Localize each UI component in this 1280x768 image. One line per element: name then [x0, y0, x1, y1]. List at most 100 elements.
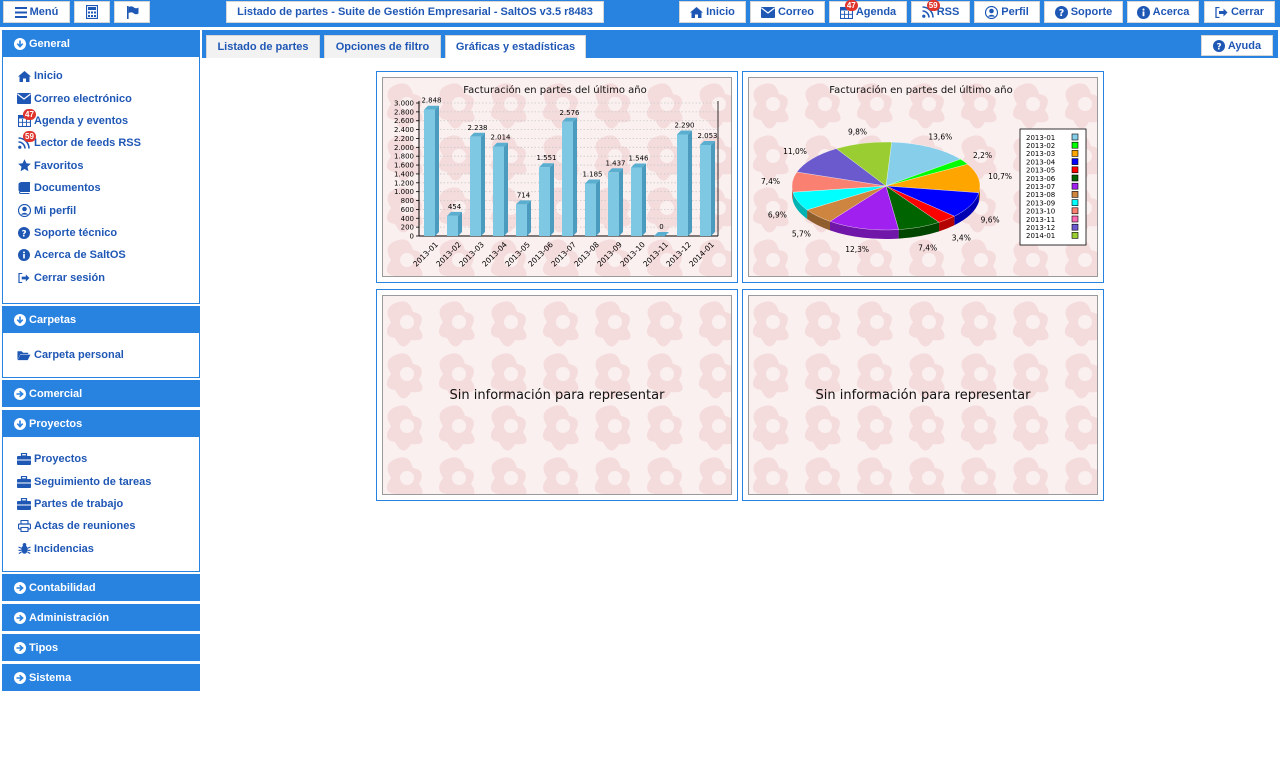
y-tick-label: 2.600: [394, 117, 414, 125]
bar-value-label: 2.014: [490, 134, 511, 142]
help-button[interactable]: ? Ayuda: [1201, 35, 1273, 56]
nav-inicio-button[interactable]: Inicio: [679, 1, 746, 23]
y-tick-label: 200: [401, 224, 414, 232]
legend-swatch: [1071, 174, 1079, 182]
y-tick-label: 2.200: [394, 135, 414, 143]
bar-value-label: 1.437: [605, 159, 625, 167]
bar-value-label: 714: [517, 191, 531, 199]
pie-chart-frame: Facturación en partes del último año 13,…: [748, 77, 1098, 277]
flag-button[interactable]: [114, 1, 150, 23]
legend-swatch: [1071, 223, 1079, 231]
sidebar-section-administracion[interactable]: Administración: [2, 604, 200, 631]
nav-soporte-button[interactable]: ? Soporte: [1044, 1, 1123, 23]
sidebar-section-general[interactable]: General: [2, 30, 200, 57]
sidebar-item-rss[interactable]: 59 Lector de feeds RSS: [17, 131, 199, 154]
nav-correo-button[interactable]: Correo: [750, 1, 825, 23]
folder-open-icon: [17, 350, 31, 360]
sidebar-item-soporte[interactable]: ? Soporte técnico: [17, 222, 199, 244]
tab-listado-partes[interactable]: Listado de partes: [206, 35, 320, 58]
sidebar-item-cerrar-sesion[interactable]: Cerrar sesión: [17, 267, 199, 289]
no-data-message: Sin información para representar: [449, 387, 665, 403]
menu-button[interactable]: Menú: [3, 1, 70, 23]
pie-value-label: 3,4%: [952, 234, 971, 243]
y-tick-label: 0: [410, 233, 414, 241]
arrow-circle-down-icon: [14, 417, 26, 430]
sidebar-item-acerca[interactable]: Acerca de SaltOS: [17, 244, 199, 266]
question-circle-icon: ?: [18, 226, 30, 239]
sidebar-item-favoritos[interactable]: Favoritos: [17, 155, 199, 177]
empty-chart-panel: Sin información para representar: [742, 289, 1104, 501]
bar-value-label: 1.185: [582, 170, 602, 178]
rss-count-badge: 59: [23, 131, 36, 143]
nav-cerrar-button[interactable]: Cerrar: [1204, 1, 1275, 23]
user-circle-icon: [17, 204, 31, 218]
legend-label: 2013-12: [1026, 224, 1055, 232]
sidebar-item-documentos[interactable]: Documentos: [17, 177, 199, 199]
bar-value-label: 2.238: [467, 124, 487, 132]
arrow-circle-right-icon: [14, 387, 26, 400]
pie-value-label: 9,8%: [848, 128, 867, 137]
legend-label: 2013-03: [1026, 150, 1055, 158]
sidebar-section-proyectos[interactable]: Proyectos: [2, 410, 200, 437]
legend-label: 2013-07: [1026, 183, 1055, 191]
bars-icon: [14, 6, 27, 18]
legend-swatch: [1071, 166, 1079, 174]
sidebar-section-sistema[interactable]: Sistema: [2, 664, 200, 691]
arrow-circle-down-icon: [14, 313, 26, 326]
bar: [631, 163, 646, 236]
legend-swatch: [1071, 232, 1079, 239]
sign-out-icon: [18, 272, 30, 283]
sidebar-section-contabilidad[interactable]: Contabilidad: [2, 574, 200, 601]
agenda-count-badge: 47: [23, 108, 36, 120]
calculator-button[interactable]: [74, 1, 110, 23]
legend-swatch: [1071, 133, 1079, 141]
info-circle-icon: [1136, 5, 1150, 19]
sidebar-item-partes-trabajo[interactable]: Partes de trabajo: [17, 493, 199, 515]
legend-label: 2013-01: [1026, 134, 1055, 142]
bar-value-label: 454: [448, 203, 462, 211]
sidebar-section-comercial[interactable]: Comercial: [2, 380, 200, 407]
nav-acerca-button[interactable]: Acerca: [1127, 1, 1199, 23]
nav-rss-button[interactable]: 59 RSS: [911, 0, 970, 23]
top-bar: Menú Listado de partes - Suite de Gestió…: [0, 0, 1280, 27]
pie-chart-title: Facturación en partes del último año: [829, 84, 1012, 96]
sidebar-section-carpetas[interactable]: Carpetas: [2, 306, 200, 333]
question-circle-icon: ?: [1054, 5, 1068, 19]
arrow-circle-right-icon: [14, 611, 26, 624]
empty-chart-frame: Sin información para representar: [748, 295, 1098, 495]
sidebar-item-correo[interactable]: Correo electrónico: [17, 87, 199, 109]
bar: [539, 163, 554, 236]
flag-icon: [126, 5, 138, 19]
envelope-icon: [760, 6, 775, 18]
sidebar-item-inicio[interactable]: Inicio: [17, 65, 199, 87]
envelope-icon: [17, 93, 31, 105]
sidebar-item-carpeta-personal[interactable]: Carpeta personal: [17, 344, 199, 366]
sidebar-item-incidencias[interactable]: Incidencias: [17, 538, 199, 560]
tab-graficas-estadisticas[interactable]: Gráficas y estadísticas: [445, 35, 586, 58]
bar-value-label: 2.848: [421, 97, 441, 105]
star-icon: [17, 159, 31, 172]
bar: [608, 168, 623, 236]
bar: [677, 130, 692, 236]
bar: [562, 117, 577, 236]
sidebar-item-actas-reuniones[interactable]: Actas de reuniones: [17, 515, 199, 537]
y-tick-label: 400: [401, 215, 414, 223]
sidebar-item-agenda[interactable]: 47 Agenda y eventos: [17, 108, 199, 132]
svg-text:?: ?: [1216, 42, 1221, 52]
sidebar-section-tipos[interactable]: Tipos: [2, 634, 200, 661]
legend-label: 2013-05: [1026, 167, 1055, 175]
legend-swatch: [1071, 182, 1079, 190]
nav-agenda-button[interactable]: 47 Agenda: [829, 0, 907, 23]
sidebar-item-perfil[interactable]: Mi perfil: [17, 199, 199, 221]
sidebar-proyectos-body: Proyectos Seguimiento de tareas Partes d…: [2, 437, 200, 572]
sidebar-item-proyectos[interactable]: Proyectos: [17, 448, 199, 470]
y-tick-label: 1.400: [394, 170, 414, 178]
y-tick-label: 600: [401, 206, 414, 214]
empty-chart-frame: Sin información para representar: [382, 295, 732, 495]
legend-label: 2013-09: [1026, 199, 1055, 207]
arrow-circle-down-icon: [14, 37, 26, 50]
pie-chart-panel: Facturación en partes del último año 13,…: [742, 71, 1104, 283]
sidebar-item-seguimiento-tareas[interactable]: Seguimiento de tareas: [17, 470, 199, 492]
tab-opciones-filtro[interactable]: Opciones de filtro: [324, 35, 441, 58]
nav-perfil-button[interactable]: Perfil: [974, 1, 1040, 23]
